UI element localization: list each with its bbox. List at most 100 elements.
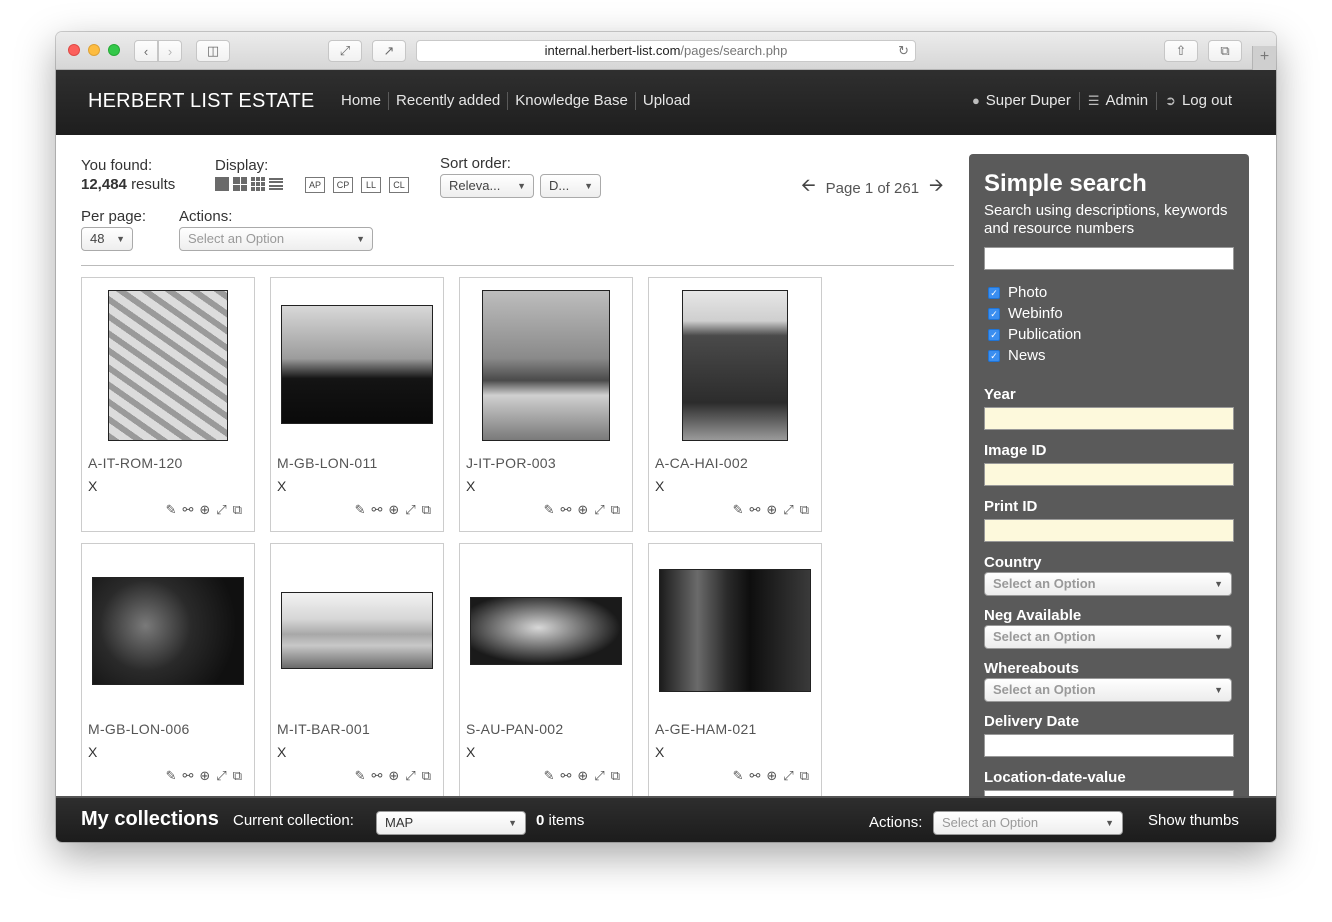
result-thumbnail[interactable] (281, 592, 433, 669)
result-thumbnail[interactable] (92, 577, 244, 685)
edit-icon[interactable]: ✎ (733, 502, 744, 518)
copy-icon[interactable]: ⧉ (611, 768, 620, 784)
result-thumbnail[interactable] (682, 290, 788, 441)
nav-recently-added[interactable]: Recently added (388, 92, 507, 110)
admin-link[interactable]: ☰ Admin (1078, 92, 1156, 110)
edit-icon[interactable]: ✎ (733, 768, 744, 784)
forward-button[interactable]: › (158, 40, 182, 62)
expand-icon[interactable]: ⤢ (783, 502, 793, 518)
current-collection-select[interactable]: MAP ▼ (376, 811, 526, 835)
expand-icon[interactable]: ⤢ (594, 502, 604, 518)
result-card[interactable]: J-IT-POR-003 X ✎ ⚯ ⊕ ⤢ ⧉ (459, 277, 633, 532)
copy-icon[interactable]: ⧉ (422, 768, 431, 784)
minimize-window-button[interactable] (88, 44, 100, 56)
result-thumbnail[interactable] (281, 305, 433, 424)
add-circle-icon[interactable]: ⊕ (766, 502, 777, 518)
collection-actions-select[interactable]: Select an Option ▼ (933, 811, 1123, 835)
checkbox-photo[interactable]: ✓ Photo (988, 284, 1047, 301)
sidebar-toggle-button[interactable]: ◫ (196, 40, 230, 62)
new-tab-button[interactable]: + (1252, 46, 1276, 70)
edit-icon[interactable]: ✎ (544, 502, 555, 518)
nav-home[interactable]: Home (334, 92, 388, 110)
result-card[interactable]: M-GB-LON-011 X ✎ ⚯ ⊕ ⤢ ⧉ (270, 277, 444, 532)
checkbox-news[interactable]: ✓ News (988, 347, 1046, 364)
copy-icon[interactable]: ⧉ (422, 502, 431, 518)
site-brand[interactable]: HERBERT LIST ESTATE (88, 90, 314, 113)
resource-id[interactable]: A-CA-HAI-002 (655, 455, 748, 471)
edit-icon[interactable]: ✎ (166, 768, 177, 784)
year-input[interactable] (984, 407, 1234, 430)
share-icon[interactable]: ⚯ (182, 502, 193, 518)
fullscreen-button[interactable]: ⤢ (328, 40, 362, 62)
result-card[interactable]: A-CA-HAI-002 X ✎ ⚯ ⊕ ⤢ ⧉ (648, 277, 822, 532)
back-button[interactable]: ‹ (134, 40, 158, 62)
nav-knowledge-base[interactable]: Knowledge Base (507, 92, 635, 110)
result-card[interactable]: M-IT-BAR-001 X ✎ ⚯ ⊕ ⤢ ⧉ (270, 543, 444, 796)
checkbox-publication[interactable]: ✓ Publication (988, 326, 1081, 343)
whereabouts-select[interactable]: Select an Option ▼ (984, 678, 1232, 702)
share-icon[interactable]: ⚯ (560, 768, 571, 784)
resource-id[interactable]: A-IT-ROM-120 (88, 455, 183, 471)
share-button[interactable]: ⇧ (1164, 40, 1198, 62)
reload-icon[interactable]: ↻ (898, 41, 909, 61)
result-thumbnail[interactable] (470, 597, 622, 665)
add-circle-icon[interactable]: ⊕ (577, 768, 588, 784)
share-icon[interactable]: ⚯ (371, 768, 382, 784)
result-thumbnail[interactable] (482, 290, 610, 441)
list-view-icon[interactable] (269, 177, 283, 191)
share-icon[interactable]: ⚯ (749, 502, 760, 518)
large-thumbs-icon[interactable] (215, 177, 229, 191)
extension-button[interactable]: ↗ (372, 40, 406, 62)
close-window-button[interactable] (68, 44, 80, 56)
image-id-input[interactable] (984, 463, 1234, 486)
share-icon[interactable]: ⚯ (371, 502, 382, 518)
edit-icon[interactable]: ✎ (166, 502, 177, 518)
result-card[interactable]: A-GE-HAM-021 X ✎ ⚯ ⊕ ⤢ ⧉ (648, 543, 822, 796)
share-icon[interactable]: ⚯ (560, 502, 571, 518)
arrow-right-icon[interactable]: 🡪 (929, 173, 944, 203)
add-circle-icon[interactable]: ⊕ (199, 502, 210, 518)
resource-id[interactable]: A-GE-HAM-021 (655, 721, 757, 737)
expand-icon[interactable]: ⤢ (783, 768, 793, 784)
neg-available-select[interactable]: Select an Option ▼ (984, 625, 1232, 649)
tabs-overview-button[interactable]: ⧉ (1208, 40, 1242, 62)
copy-icon[interactable]: ⧉ (611, 502, 620, 518)
result-thumbnail[interactable] (659, 569, 811, 692)
result-thumbnail[interactable] (108, 290, 228, 441)
add-circle-icon[interactable]: ⊕ (388, 768, 399, 784)
edit-icon[interactable]: ✎ (355, 502, 366, 518)
search-input[interactable] (984, 247, 1234, 270)
address-bar[interactable]: internal.herbert-list.com/pages/search.p… (416, 40, 916, 62)
result-card[interactable]: M-GB-LON-006 X ✎ ⚯ ⊕ ⤢ ⧉ (81, 543, 255, 796)
resource-id[interactable]: M-IT-BAR-001 (277, 721, 370, 737)
result-card[interactable]: S-AU-PAN-002 X ✎ ⚯ ⊕ ⤢ ⧉ (459, 543, 633, 796)
copy-icon[interactable]: ⧉ (800, 502, 809, 518)
expand-icon[interactable]: ⤢ (216, 502, 226, 518)
show-thumbs-link[interactable]: Show thumbs (1148, 812, 1239, 829)
copy-icon[interactable]: ⧉ (233, 768, 242, 784)
user-link[interactable]: ● Super Duper (964, 92, 1079, 110)
add-circle-icon[interactable]: ⊕ (199, 768, 210, 784)
resource-id[interactable]: J-IT-POR-003 (466, 455, 556, 471)
medium-thumbs-icon[interactable] (233, 177, 247, 191)
expand-icon[interactable]: ⤢ (405, 502, 415, 518)
copy-icon[interactable]: ⧉ (233, 502, 242, 518)
display-tag-cp[interactable]: CP (333, 177, 353, 193)
checkbox-webinfo[interactable]: ✓ Webinfo (988, 305, 1063, 322)
expand-icon[interactable]: ⤢ (405, 768, 415, 784)
resource-id[interactable]: M-GB-LON-011 (277, 455, 378, 471)
display-tag-ll[interactable]: LL (361, 177, 381, 193)
edit-icon[interactable]: ✎ (355, 768, 366, 784)
add-circle-icon[interactable]: ⊕ (388, 502, 399, 518)
delivery-date-input[interactable] (984, 734, 1234, 757)
collections-title[interactable]: My collections (81, 808, 219, 831)
expand-icon[interactable]: ⤢ (594, 768, 604, 784)
edit-icon[interactable]: ✎ (544, 768, 555, 784)
add-circle-icon[interactable]: ⊕ (577, 502, 588, 518)
expand-icon[interactable]: ⤢ (216, 768, 226, 784)
resource-id[interactable]: M-GB-LON-006 (88, 721, 190, 737)
actions-select[interactable]: Select an Option ▼ (179, 227, 373, 251)
display-tag-ap[interactable]: AP (305, 177, 325, 193)
country-select[interactable]: Select an Option ▼ (984, 572, 1232, 596)
share-icon[interactable]: ⚯ (182, 768, 193, 784)
